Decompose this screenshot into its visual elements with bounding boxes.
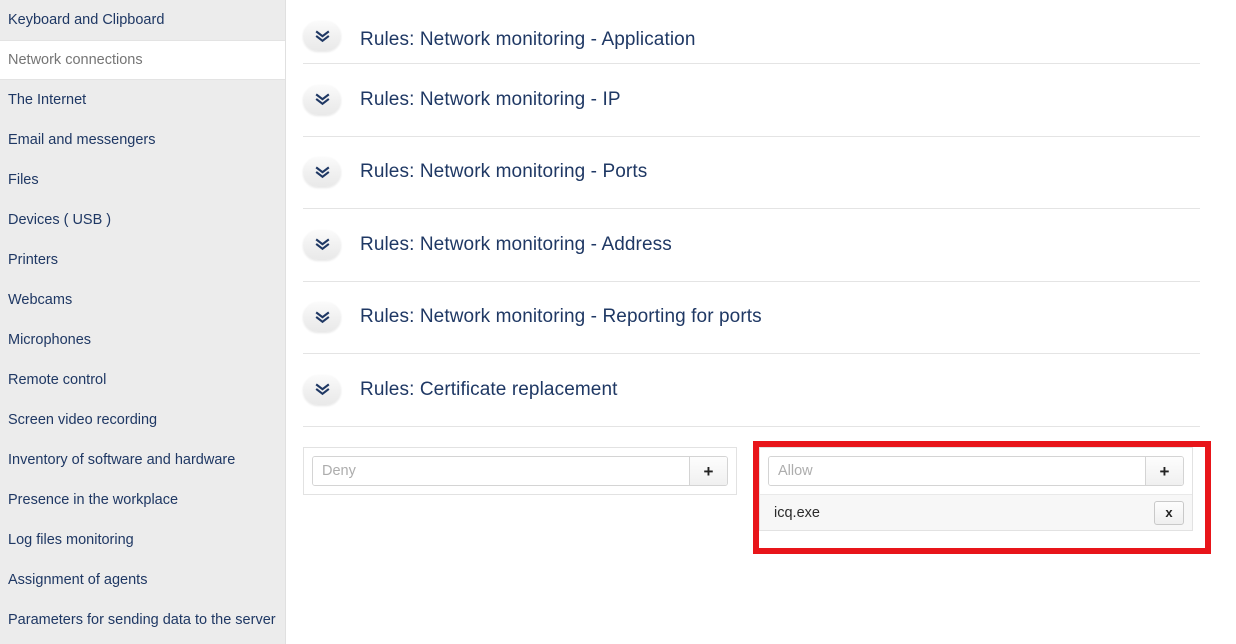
sidebar-item-label: Keyboard and Clipboard <box>8 12 164 28</box>
section-title: Rules: Certificate replacement <box>360 379 618 401</box>
section-rules-network-monitoring-address[interactable]: Rules: Network monitoring - Address <box>303 209 1200 282</box>
section-title: Rules: Network monitoring - IP <box>360 89 621 111</box>
list-item[interactable]: icq.exe x <box>760 494 1192 530</box>
allow-list-item-label: icq.exe <box>774 505 1154 521</box>
deny-input[interactable] <box>313 457 689 485</box>
sidebar-item-screen-video-recording[interactable]: Screen video recording <box>0 400 285 440</box>
section-rules-network-monitoring-ports[interactable]: Rules: Network monitoring - Ports <box>303 137 1200 210</box>
sidebar-item-the-internet[interactable]: The Internet <box>0 80 285 120</box>
sidebar-item-log-files-monitoring[interactable]: Log files monitoring <box>0 520 285 560</box>
deny-add-button[interactable]: + <box>689 457 727 485</box>
allow-list-item-delete-button[interactable]: x <box>1154 501 1184 525</box>
sidebar-item-inventory-of-software-and-hardware[interactable]: Inventory of software and hardware <box>0 440 285 480</box>
sidebar-item-microphones[interactable]: Microphones <box>0 320 285 360</box>
chevron-double-down-icon[interactable] <box>303 302 341 332</box>
chevron-double-down-icon[interactable] <box>303 230 341 260</box>
sidebar-item-label: Remote control <box>8 372 106 388</box>
sidebar-item-label: Assignment of agents <box>8 572 147 588</box>
section-title: Rules: Network monitoring - Ports <box>360 161 647 183</box>
allow-panel-body: + <box>760 448 1192 494</box>
sidebar-item-webcams[interactable]: Webcams <box>0 280 285 320</box>
sidebar-item-label: The Internet <box>8 92 86 108</box>
sidebar-item-remote-control[interactable]: Remote control <box>0 360 285 400</box>
sidebar-item-printers[interactable]: Printers <box>0 240 285 280</box>
deny-rule-panel: + <box>303 447 737 495</box>
allow-rule-panel: + icq.exe x <box>759 447 1193 531</box>
sidebar-item-label: Webcams <box>8 292 72 308</box>
sidebar-item-label: Log files monitoring <box>8 532 134 548</box>
sidebar-item-files[interactable]: Files <box>0 160 285 200</box>
section-title: Rules: Network monitoring - Address <box>360 234 672 256</box>
sidebar-item-label: Devices ( USB ) <box>8 212 111 228</box>
rule-lists-area: + + icq.exe x <box>303 447 1236 567</box>
sidebar-item-email-and-messengers[interactable]: Email and messengers <box>0 120 285 160</box>
sidebar-item-label: Inventory of software and hardware <box>8 452 235 468</box>
sidebar-item-network-connections[interactable]: Network connections <box>0 40 285 80</box>
section-title: Rules: Network monitoring - Reporting fo… <box>360 306 762 328</box>
section-rules-network-monitoring-reporting-for-ports[interactable]: Rules: Network monitoring - Reporting fo… <box>303 282 1200 355</box>
main-content: Rules: Network monitoring - Application … <box>286 0 1236 644</box>
section-rules-network-monitoring-application[interactable]: Rules: Network monitoring - Application <box>303 0 1200 64</box>
section-rules-certificate-replacement[interactable]: Rules: Certificate replacement <box>303 354 1200 427</box>
deny-add-row: + <box>312 456 728 486</box>
sidebar-item-devices-usb[interactable]: Devices ( USB ) <box>0 200 285 240</box>
sidebar-item-parameters-for-sending-data-to-the-server[interactable]: Parameters for sending data to the serve… <box>0 600 285 640</box>
sidebar-item-label: Network connections <box>8 52 143 68</box>
allow-add-button[interactable]: + <box>1145 457 1183 485</box>
allow-add-row: + <box>768 456 1184 486</box>
sidebar-item-keyboard-and-clipboard[interactable]: Keyboard and Clipboard <box>0 0 285 40</box>
app-root: Keyboard and Clipboard Network connectio… <box>0 0 1236 644</box>
sidebar-item-label: Files <box>8 172 39 188</box>
sidebar-item-label: Parameters for sending data to the serve… <box>8 612 276 628</box>
sidebar-item-label: Microphones <box>8 332 91 348</box>
sidebar-item-presence-in-the-workplace[interactable]: Presence in the workplace <box>0 480 285 520</box>
section-rules-network-monitoring-ip[interactable]: Rules: Network monitoring - IP <box>303 64 1200 137</box>
chevron-double-down-icon[interactable] <box>303 157 341 187</box>
section-title: Rules: Network monitoring - Application <box>360 29 696 51</box>
sidebar-item-label: Printers <box>8 252 58 268</box>
chevron-double-down-icon[interactable] <box>303 21 341 51</box>
deny-panel-body: + <box>304 448 736 494</box>
allow-input[interactable] <box>769 457 1145 485</box>
sidebar-item-label: Screen video recording <box>8 412 157 428</box>
chevron-double-down-icon[interactable] <box>303 85 341 115</box>
sidebar: Keyboard and Clipboard Network connectio… <box>0 0 286 644</box>
sidebar-item-assignment-of-agents[interactable]: Assignment of agents <box>0 560 285 600</box>
sidebar-item-label: Presence in the workplace <box>8 492 178 508</box>
sidebar-item-label: Email and messengers <box>8 132 156 148</box>
chevron-double-down-icon[interactable] <box>303 375 341 405</box>
